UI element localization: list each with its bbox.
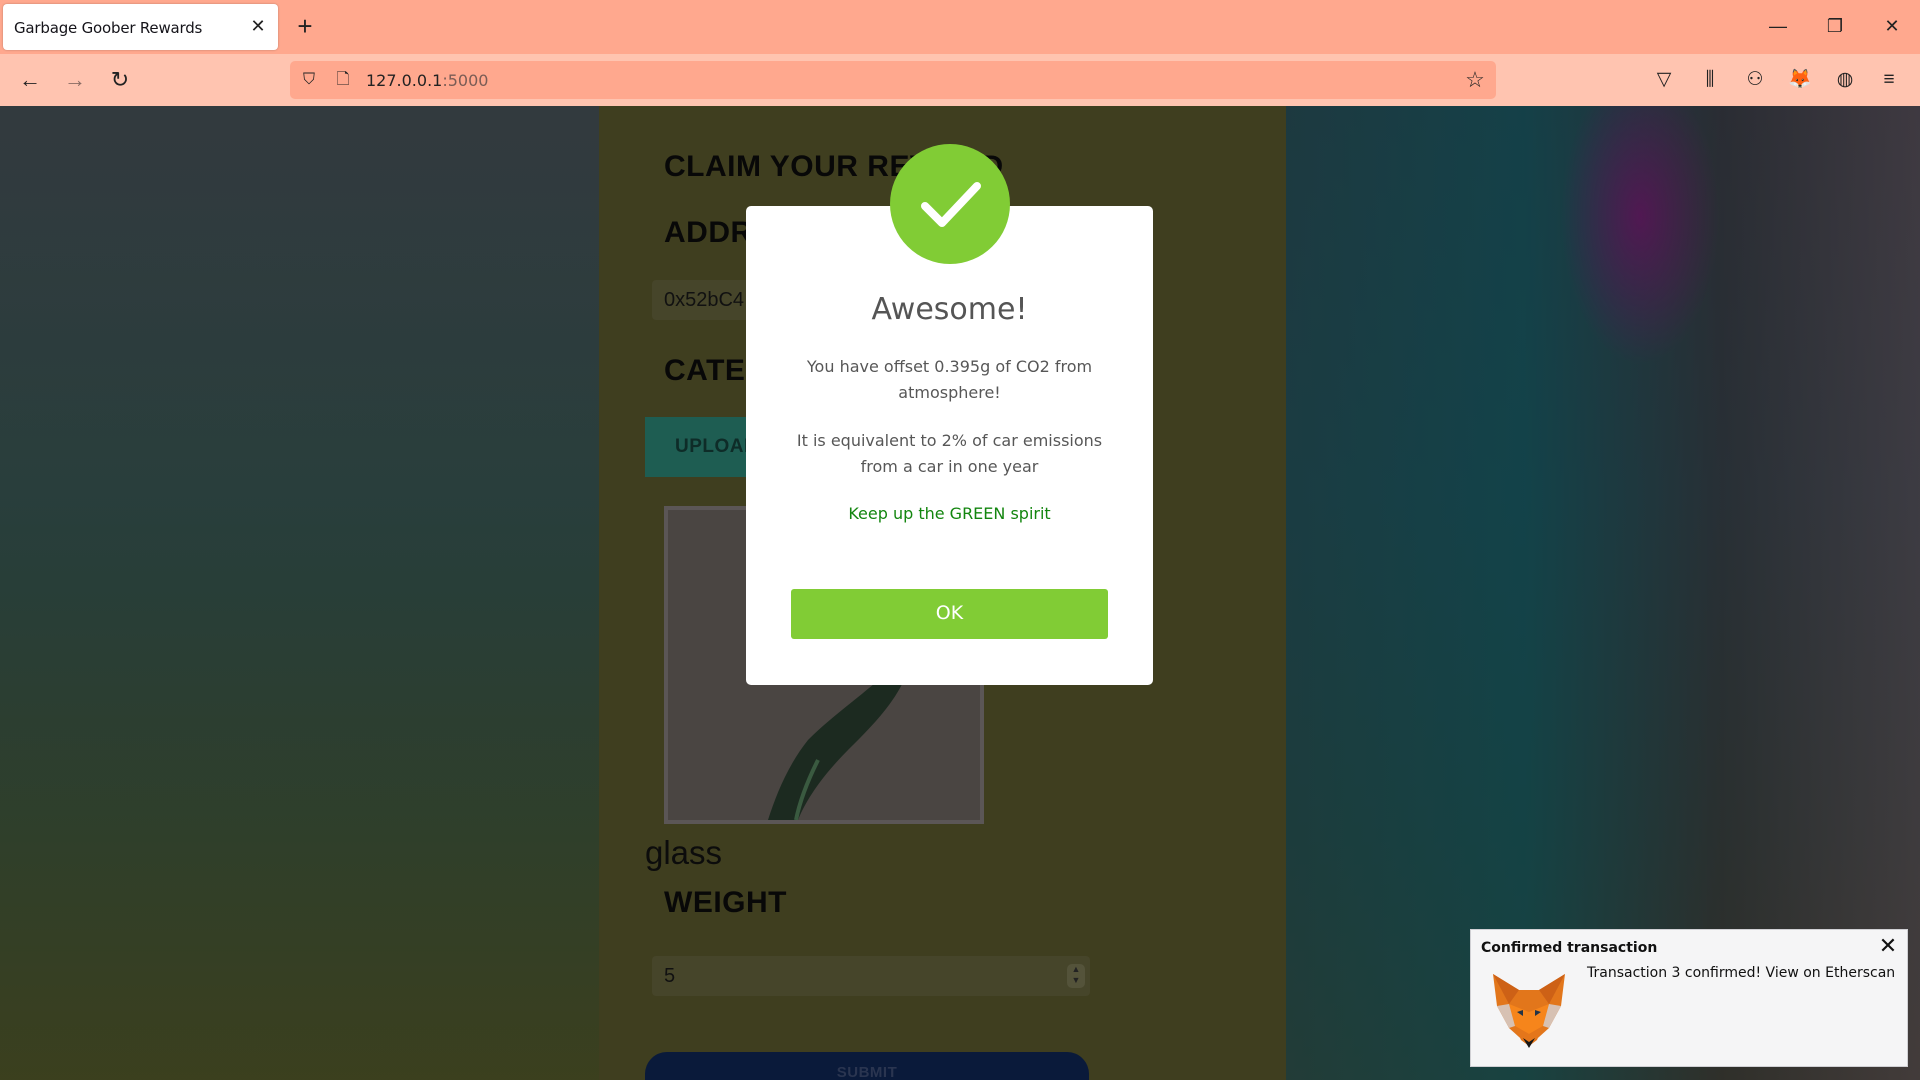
url-host: 127.0.0.1 — [366, 71, 443, 90]
notification-close-icon[interactable]: ✕ — [1877, 935, 1899, 957]
new-tab-button[interactable]: + — [290, 12, 320, 42]
restore-icon[interactable]: ❐ — [1815, 10, 1855, 42]
success-modal: Awesome! You have offset 0.395g of CO2 f… — [746, 206, 1153, 685]
car-emission-text: It is equivalent to 2% of car emissions … — [796, 431, 1103, 476]
weight-input[interactable] — [652, 956, 1090, 996]
metamask-icon[interactable]: 🦊 — [1785, 66, 1815, 94]
green-spirit-text: Keep up the GREEN spirit — [848, 504, 1051, 523]
bookmark-star-icon[interactable]: ☆ — [1462, 67, 1488, 93]
tab-strip: Garbage Goober Rewards ✕ + — ❐ ✕ — [0, 0, 1920, 54]
extension-icon[interactable]: ⚇ — [1740, 66, 1770, 94]
tab-title: Garbage Goober Rewards — [14, 19, 203, 37]
browser-tab[interactable]: Garbage Goober Rewards ✕ — [3, 4, 278, 50]
notification-body[interactable]: Transaction 3 confirmed! View on Ethersc… — [1587, 965, 1895, 981]
weight-spinner[interactable]: ▲ ▼ — [1067, 964, 1085, 988]
ok-button[interactable]: OK — [791, 589, 1108, 639]
address-value: 0x52bC4 — [664, 289, 745, 311]
back-icon[interactable]: ← — [14, 64, 46, 96]
navigation-bar: ← → ↻ ⛉ 🗋 127.0.0.1:5000 ☆ ▽ ⫼ ⚇ 🦊 ◍ ≡ — [0, 54, 1920, 106]
url-bar[interactable]: ⛉ 🗋 127.0.0.1:5000 ☆ — [290, 61, 1496, 99]
tab-close-icon[interactable]: ✕ — [246, 14, 270, 38]
weight-value: 5 — [664, 965, 676, 987]
url-text[interactable]: 127.0.0.1:5000 — [366, 71, 488, 90]
url-port: :5000 — [442, 71, 489, 90]
globe-icon[interactable]: ◍ — [1830, 66, 1860, 94]
submit-label: SUBMIT — [836, 1064, 898, 1080]
library-icon[interactable]: ⫼ — [1695, 66, 1725, 94]
transaction-notification[interactable]: Confirmed transaction ✕ Transaction 3 co… — [1470, 929, 1908, 1067]
weight-heading: WEIGHT — [664, 886, 787, 919]
shield-icon[interactable]: ⛉ — [298, 69, 320, 91]
background-gradient-left — [0, 106, 600, 1080]
modal-title: Awesome! — [871, 292, 1028, 327]
success-check-icon — [890, 144, 1010, 264]
co2-offset-text: You have offset 0.395g of CO2 from atmos… — [806, 357, 1093, 402]
metamask-fox-icon — [1493, 974, 1565, 1048]
page-info-icon[interactable]: 🗋 — [332, 69, 354, 91]
reload-icon[interactable]: ↻ — [104, 64, 136, 96]
submit-button[interactable]: SUBMIT — [645, 1052, 1089, 1080]
forward-icon[interactable]: → — [59, 64, 91, 96]
ok-label: OK — [935, 602, 964, 624]
menu-icon[interactable]: ≡ — [1874, 66, 1904, 94]
pocket-icon[interactable]: ▽ — [1649, 66, 1679, 94]
window-close-icon[interactable]: ✕ — [1872, 10, 1912, 42]
detected-category: glass — [645, 834, 723, 871]
notification-title: Confirmed transaction — [1481, 940, 1658, 956]
minimize-icon[interactable]: — — [1758, 10, 1798, 42]
